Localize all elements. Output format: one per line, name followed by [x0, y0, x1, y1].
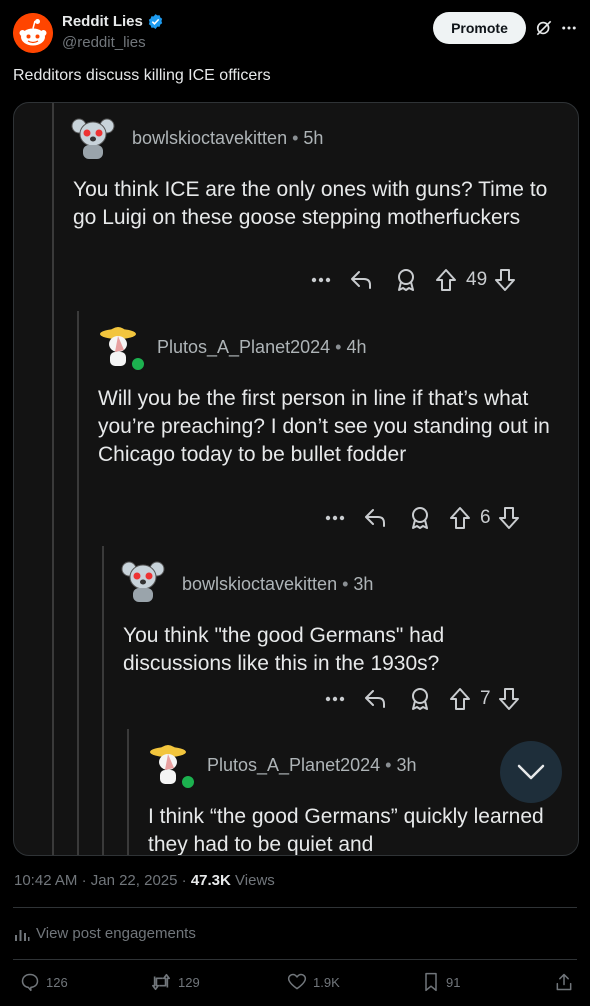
analytics-icon [15, 929, 30, 941]
comment-username[interactable]: bowlskioctavekitten [132, 128, 287, 148]
heart-icon [287, 973, 307, 990]
reply-icon[interactable] [350, 507, 400, 529]
online-indicator [130, 356, 146, 372]
award-icon[interactable] [400, 687, 440, 711]
thread-line [127, 729, 129, 855]
views-count: 47.3K [190, 872, 231, 889]
bookmark-button[interactable]: 91 [422, 972, 460, 992]
reply-icon[interactable] [350, 688, 400, 710]
comment-body: You think "the good Germans" had discuss… [123, 624, 445, 675]
verified-badge-icon [148, 14, 163, 29]
comment-meta: Plutos_A_Planet2024 • 3h [207, 755, 417, 775]
repost-icon [152, 973, 170, 991]
divider [13, 907, 577, 908]
award-icon[interactable] [386, 268, 426, 292]
koala-avatar-icon [71, 118, 115, 159]
upvote-icon[interactable] [440, 687, 480, 711]
thread-line [52, 103, 54, 855]
like-count: 1.9K [313, 974, 340, 990]
avatar[interactable] [120, 558, 166, 604]
comment-actions: 6 [320, 506, 527, 530]
more-icon[interactable] [320, 515, 350, 521]
reply-button[interactable]: 126 [20, 972, 68, 992]
engagements-label: View post engagements [36, 925, 196, 942]
award-icon[interactable] [400, 506, 440, 530]
display-name[interactable]: Reddit Lies [62, 13, 164, 30]
account-handle[interactable]: @reddit_lies [62, 34, 146, 51]
share-button[interactable] [554, 972, 574, 992]
more-icon[interactable] [306, 277, 336, 283]
bookmark-icon [425, 972, 437, 992]
tweet-time[interactable]: 10:42 AM [14, 872, 77, 889]
share-icon [556, 973, 572, 991]
vote-count: 6 [480, 507, 491, 528]
vote-count: 7 [480, 688, 491, 709]
more-options-icon[interactable] [558, 17, 580, 39]
comment-meta: bowlskioctavekitten • 3h [182, 574, 374, 594]
promote-button[interactable]: Promote [433, 12, 526, 44]
chevron-down-icon [517, 764, 545, 780]
vote-count: 49 [466, 269, 488, 290]
repost-button[interactable]: 129 [150, 972, 200, 992]
reddit-snoo-icon [13, 13, 53, 53]
comment-body: Will you be the first person in line if … [98, 387, 550, 466]
like-button[interactable]: 1.9K [287, 972, 340, 992]
views-label: Views [235, 872, 275, 889]
scroll-down-button[interactable] [500, 741, 562, 803]
tweet-date[interactable]: Jan 22, 2025 [91, 872, 178, 889]
comment-username[interactable]: Plutos_A_Planet2024 [207, 755, 380, 775]
downvote-icon[interactable] [491, 506, 527, 530]
thread-line [77, 311, 79, 855]
view-engagements-link[interactable]: View post engagements [14, 925, 196, 942]
thread-line [102, 546, 104, 855]
avatar[interactable] [95, 322, 146, 372]
more-icon[interactable] [320, 696, 350, 702]
comment-username[interactable]: Plutos_A_Planet2024 [157, 337, 330, 357]
comment-meta: Plutos_A_Planet2024 • 4h [157, 337, 367, 357]
comment-body: You think ICE are the only ones with gun… [73, 178, 548, 229]
comment-age: 3h [396, 755, 417, 775]
bookmark-count: 91 [446, 974, 461, 990]
koala-avatar-icon [121, 561, 165, 602]
comment-actions: 7 [320, 687, 527, 711]
reply-count: 126 [46, 974, 68, 990]
divider [13, 959, 577, 960]
reply-icon[interactable] [336, 269, 386, 291]
comment-body: I think “the good Germans” quickly learn… [148, 805, 544, 856]
reply-bubble-icon [21, 973, 39, 992]
avatar[interactable] [145, 740, 196, 790]
repost-count: 129 [178, 974, 200, 990]
online-indicator [180, 774, 196, 790]
downvote-icon[interactable] [487, 268, 523, 292]
tweet-meta: 10:42 AM · Jan 22, 2025 · 47.3K Views [14, 872, 275, 889]
embedded-screenshot[interactable]: bowlskioctavekitten • 5h You think ICE a… [13, 102, 579, 856]
upvote-icon[interactable] [426, 268, 466, 292]
comment-username[interactable]: bowlskioctavekitten [182, 574, 337, 594]
comment-age: 5h [303, 128, 324, 148]
display-name-text: Reddit Lies [62, 13, 143, 30]
account-avatar[interactable] [13, 13, 53, 53]
comment-age: 3h [353, 574, 374, 594]
comment-actions: 49 [306, 268, 523, 292]
comment-meta: bowlskioctavekitten • 5h [132, 128, 324, 148]
downvote-icon[interactable] [491, 687, 527, 711]
grok-icon[interactable] [533, 17, 555, 39]
comment-age: 4h [346, 337, 367, 357]
tweet-text: Redditors discuss killing ICE officers [13, 67, 271, 84]
upvote-icon[interactable] [440, 506, 480, 530]
avatar[interactable] [70, 115, 116, 161]
